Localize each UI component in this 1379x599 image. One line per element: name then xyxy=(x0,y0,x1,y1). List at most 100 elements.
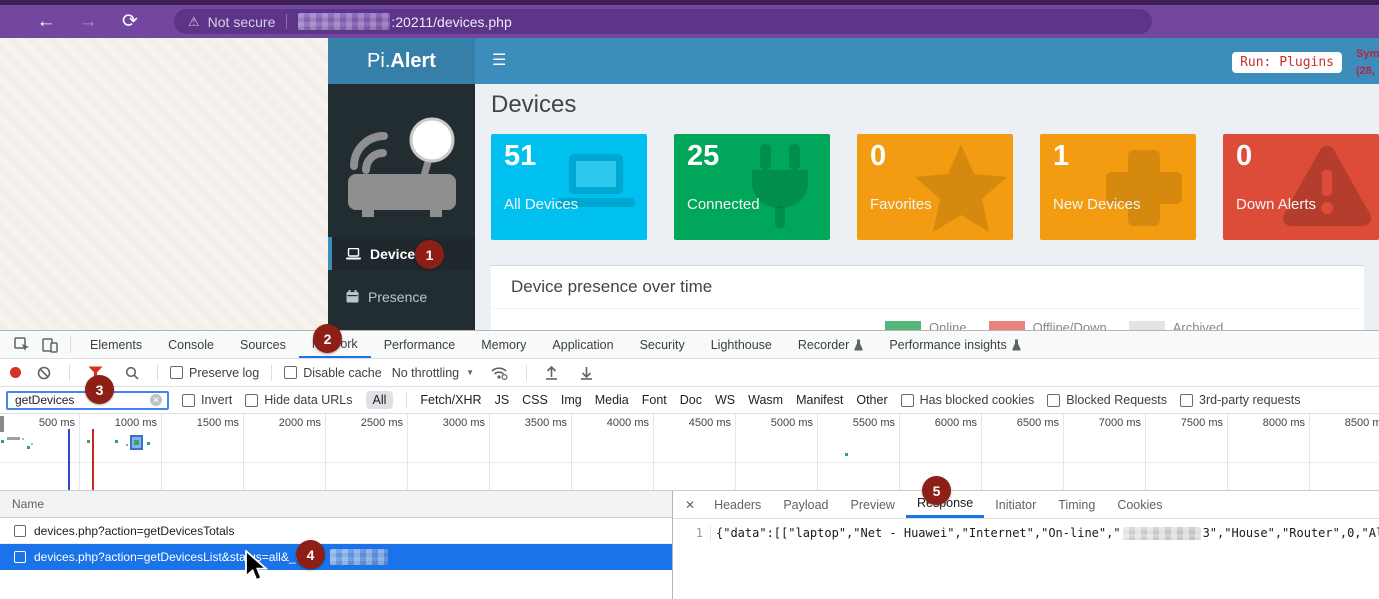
app-logo[interactable]: Pi.Alert xyxy=(328,38,475,84)
waterfall-dot xyxy=(845,453,848,456)
timeline-tick: 4000 ms xyxy=(572,414,654,490)
forward-button[interactable]: → xyxy=(76,11,100,33)
tab-sources[interactable]: Sources xyxy=(227,331,299,358)
tab-headers[interactable]: Headers xyxy=(703,491,772,518)
tab-payload[interactable]: Payload xyxy=(772,491,839,518)
blocked-requests-checkbox[interactable]: Blocked Requests xyxy=(1047,393,1167,407)
hide-data-urls-checkbox[interactable]: Hide data URLs xyxy=(245,393,352,407)
tab-memory[interactable]: Memory xyxy=(468,331,539,358)
waterfall-bar xyxy=(7,437,20,440)
filter-type-img[interactable]: Img xyxy=(561,393,582,407)
reload-button[interactable]: ⟳ xyxy=(118,10,142,33)
tab-timing[interactable]: Timing xyxy=(1047,491,1106,518)
url-bar[interactable]: ⚠ Not secure :20211/devices.php xyxy=(174,9,1152,34)
experiment-flask-icon xyxy=(854,339,863,351)
tab-preview[interactable]: Preview xyxy=(840,491,906,518)
url-divider xyxy=(286,14,287,29)
close-icon[interactable]: ✕ xyxy=(677,491,703,518)
throttling-select[interactable]: No throttling▼ xyxy=(392,366,474,380)
tab-performance-insights[interactable]: Performance insights xyxy=(876,331,1033,358)
invert-checkbox[interactable]: Invert xyxy=(182,393,232,407)
card-connected[interactable]: 25 Connected xyxy=(674,134,830,240)
response-body[interactable]: 1 {"data":[["laptop","Net - Huawei","Int… xyxy=(673,519,1379,542)
tab-recorder[interactable]: Recorder xyxy=(785,331,876,358)
card-value: 25 xyxy=(687,140,719,173)
timeline-tick: 7500 ms xyxy=(1146,414,1228,490)
sidebar-toggle-icon[interactable]: ☰ xyxy=(492,50,506,70)
timeline-tick: 3000 ms xyxy=(408,414,490,490)
sidebar-item-devices[interactable]: Devices xyxy=(328,237,475,270)
not-secure-icon: ⚠ xyxy=(188,14,200,30)
filter-type-doc[interactable]: Doc xyxy=(680,393,702,407)
filter-type-ws[interactable]: WS xyxy=(715,393,735,407)
experiment-flask-icon xyxy=(1012,339,1021,351)
timeline-tick: 1500 ms xyxy=(162,414,244,490)
legend-label: Online xyxy=(929,320,967,330)
divider xyxy=(69,365,70,381)
filter-type-media[interactable]: Media xyxy=(595,393,629,407)
checkbox xyxy=(170,366,183,379)
card-new-devices[interactable]: 1 New Devices xyxy=(1040,134,1196,240)
tab-elements[interactable]: Elements xyxy=(77,331,155,358)
tab-application[interactable]: Application xyxy=(539,331,626,358)
filter-type-wasm[interactable]: Wasm xyxy=(748,393,783,407)
network-filter-bar: ✕ Invert Hide data URLs All Fetch/XHR JS… xyxy=(0,387,1379,414)
has-blocked-cookies-checkbox[interactable]: Has blocked cookies xyxy=(901,393,1035,407)
checkbox xyxy=(901,394,914,407)
card-favorites[interactable]: 0 Favorites xyxy=(857,134,1013,240)
request-detail-pane: ✕ Headers Payload Preview Response Initi… xyxy=(672,491,1379,599)
import-har-icon[interactable] xyxy=(539,366,564,380)
checkbox[interactable] xyxy=(14,551,26,563)
laptop-icon xyxy=(547,140,643,237)
sidebar-item-label: Presence xyxy=(368,289,427,305)
network-overview-timeline[interactable]: 500 ms 1000 ms 1500 ms 2000 ms 2500 ms 3… xyxy=(0,414,1379,491)
card-all-devices[interactable]: 51 All Devices xyxy=(491,134,647,240)
sidebar-item-presence[interactable]: Presence xyxy=(328,280,475,313)
request-row-get-devices-list[interactable]: devices.php?action=getDevicesList&status… xyxy=(0,544,672,570)
card-down-alerts[interactable]: 0 Down Alerts xyxy=(1223,134,1379,240)
waterfall-dot xyxy=(115,440,118,443)
filter-type-fetch-xhr[interactable]: Fetch/XHR xyxy=(420,393,481,407)
step-annotation-1: 1 xyxy=(415,240,444,269)
inspect-element-icon[interactable] xyxy=(8,331,36,358)
legend-swatch-offline xyxy=(989,321,1025,330)
domcontentloaded-line xyxy=(68,429,70,491)
export-har-icon[interactable] xyxy=(574,366,599,380)
filter-type-font[interactable]: Font xyxy=(642,393,667,407)
clear-icon[interactable] xyxy=(31,366,57,380)
calendar-icon xyxy=(346,290,359,303)
tab-lighthouse[interactable]: Lighthouse xyxy=(698,331,785,358)
card-value: 1 xyxy=(1053,140,1069,173)
divider xyxy=(271,365,272,381)
filter-type-js[interactable]: JS xyxy=(495,393,510,407)
request-row-get-devices-totals[interactable]: devices.php?action=getDevicesTotals xyxy=(0,518,672,544)
filter-type-other[interactable]: Other xyxy=(856,393,887,407)
waterfall-dot xyxy=(147,442,150,445)
request-table-header[interactable]: Name xyxy=(0,491,672,518)
third-party-requests-checkbox[interactable]: 3rd-party requests xyxy=(1180,393,1300,407)
filter-type-css[interactable]: CSS xyxy=(522,393,548,407)
back-button[interactable]: ← xyxy=(34,11,58,33)
disable-cache-checkbox[interactable]: Disable cache xyxy=(284,366,382,380)
search-icon[interactable] xyxy=(119,366,145,380)
filter-type-all[interactable]: All xyxy=(366,391,394,409)
timeline-tick: 5500 ms xyxy=(818,414,900,490)
device-toolbar-icon[interactable] xyxy=(36,331,64,358)
run-plugins-button[interactable]: Run: Plugins xyxy=(1232,52,1342,73)
plug-icon xyxy=(734,140,826,240)
clear-filter-icon[interactable]: ✕ xyxy=(150,394,162,406)
checkbox[interactable] xyxy=(14,525,26,537)
tab-performance[interactable]: Performance xyxy=(371,331,469,358)
record-button[interactable] xyxy=(10,367,21,378)
filter-input[interactable] xyxy=(13,392,147,408)
tab-security[interactable]: Security xyxy=(627,331,698,358)
detail-tabbar: ✕ Headers Payload Preview Response Initi… xyxy=(673,491,1379,519)
preserve-log-checkbox[interactable]: Preserve log xyxy=(170,366,259,380)
timeline-tick: 8000 ms xyxy=(1228,414,1310,490)
filter-type-manifest[interactable]: Manifest xyxy=(796,393,843,407)
tab-cookies[interactable]: Cookies xyxy=(1106,491,1173,518)
tab-console[interactable]: Console xyxy=(155,331,227,358)
tab-initiator[interactable]: Initiator xyxy=(984,491,1047,518)
timeline-tick: 8500 ms xyxy=(1310,414,1379,490)
network-conditions-icon[interactable] xyxy=(484,365,514,380)
